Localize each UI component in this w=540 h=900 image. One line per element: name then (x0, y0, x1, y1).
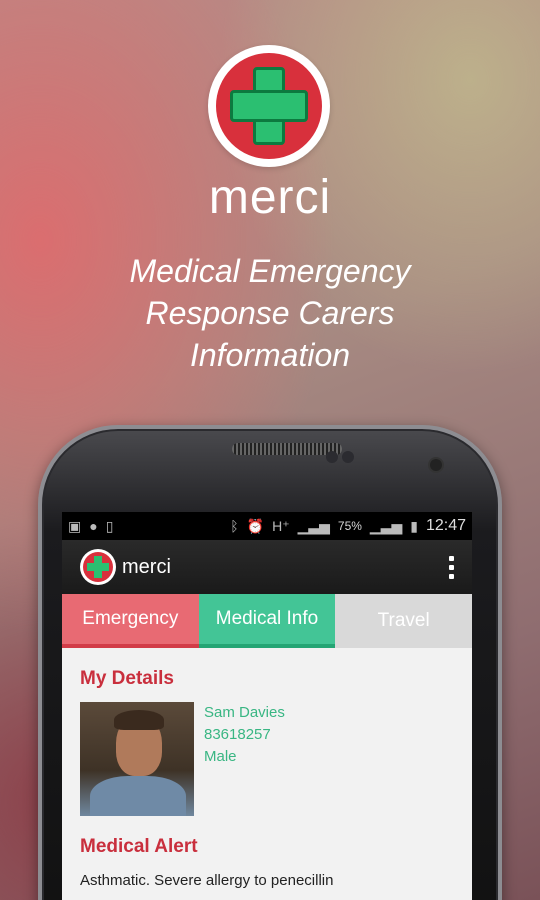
battery-percent: 75% (337, 519, 362, 533)
tab-bar: Emergency Medical Info Travel (62, 594, 472, 648)
user-name: Sam Davies (204, 704, 285, 721)
sensor (326, 451, 338, 463)
hplus-icon: H⁺ (272, 517, 290, 534)
front-camera (430, 459, 442, 471)
my-details-title: My Details (80, 668, 174, 689)
tab-travel[interactable]: Travel (335, 594, 472, 648)
content: My Details Sam Davies 83618257 Male Medi… (62, 648, 472, 900)
battery-icon: ▮ (410, 517, 418, 534)
details-card: Sam Davies 83618257 Male (80, 702, 454, 816)
bluetooth-icon: ᛒ (230, 518, 239, 534)
brand-name: merci (208, 171, 332, 224)
user-gender: Male (204, 748, 237, 765)
app-logo-icon[interactable] (80, 549, 116, 585)
tagline: Medical Emergency Response Carers Inform… (0, 250, 540, 376)
phone-icon: ▯ (105, 517, 114, 534)
signal-icon: ▁▃▅ (369, 517, 403, 534)
details-info: Sam Davies 83618257 Male (204, 702, 285, 816)
tagline-line-3: Information (189, 337, 351, 373)
chat-icon: ● (89, 518, 98, 534)
sensor (342, 451, 354, 463)
overflow-menu-icon[interactable] (449, 555, 454, 579)
medical-alert-title: Medical Alert (80, 836, 198, 857)
phone-screen: ▣ ● ▯ ᛒ ⏰ H⁺ ▁▃▅ 75% ▁▃▅ ▮ 12:47 merci E… (62, 512, 472, 900)
tab-emergency[interactable]: Emergency (62, 594, 199, 648)
tagline-line-1: Medical Emergency (129, 253, 411, 289)
tab-medical-info[interactable]: Medical Info (198, 594, 336, 648)
alarm-icon: ⏰ (246, 517, 265, 534)
speaker-grille (232, 443, 342, 455)
image-icon: ▣ (68, 517, 82, 534)
signal-icon: ▁▃▅ (297, 517, 330, 534)
tagline-line-2: Response Carers (145, 295, 395, 331)
action-bar: merci (62, 540, 472, 594)
profile-photo[interactable] (80, 702, 194, 816)
app-title: merci (122, 555, 171, 578)
logo (208, 45, 330, 167)
user-number: 83618257 (204, 726, 271, 743)
status-bar: ▣ ● ▯ ᛒ ⏰ H⁺ ▁▃▅ 75% ▁▃▅ ▮ 12:47 (62, 512, 472, 540)
medical-alert-text: Asthmatic. Severe allergy to penecillin (80, 872, 334, 889)
clock: 12:47 (425, 517, 466, 534)
